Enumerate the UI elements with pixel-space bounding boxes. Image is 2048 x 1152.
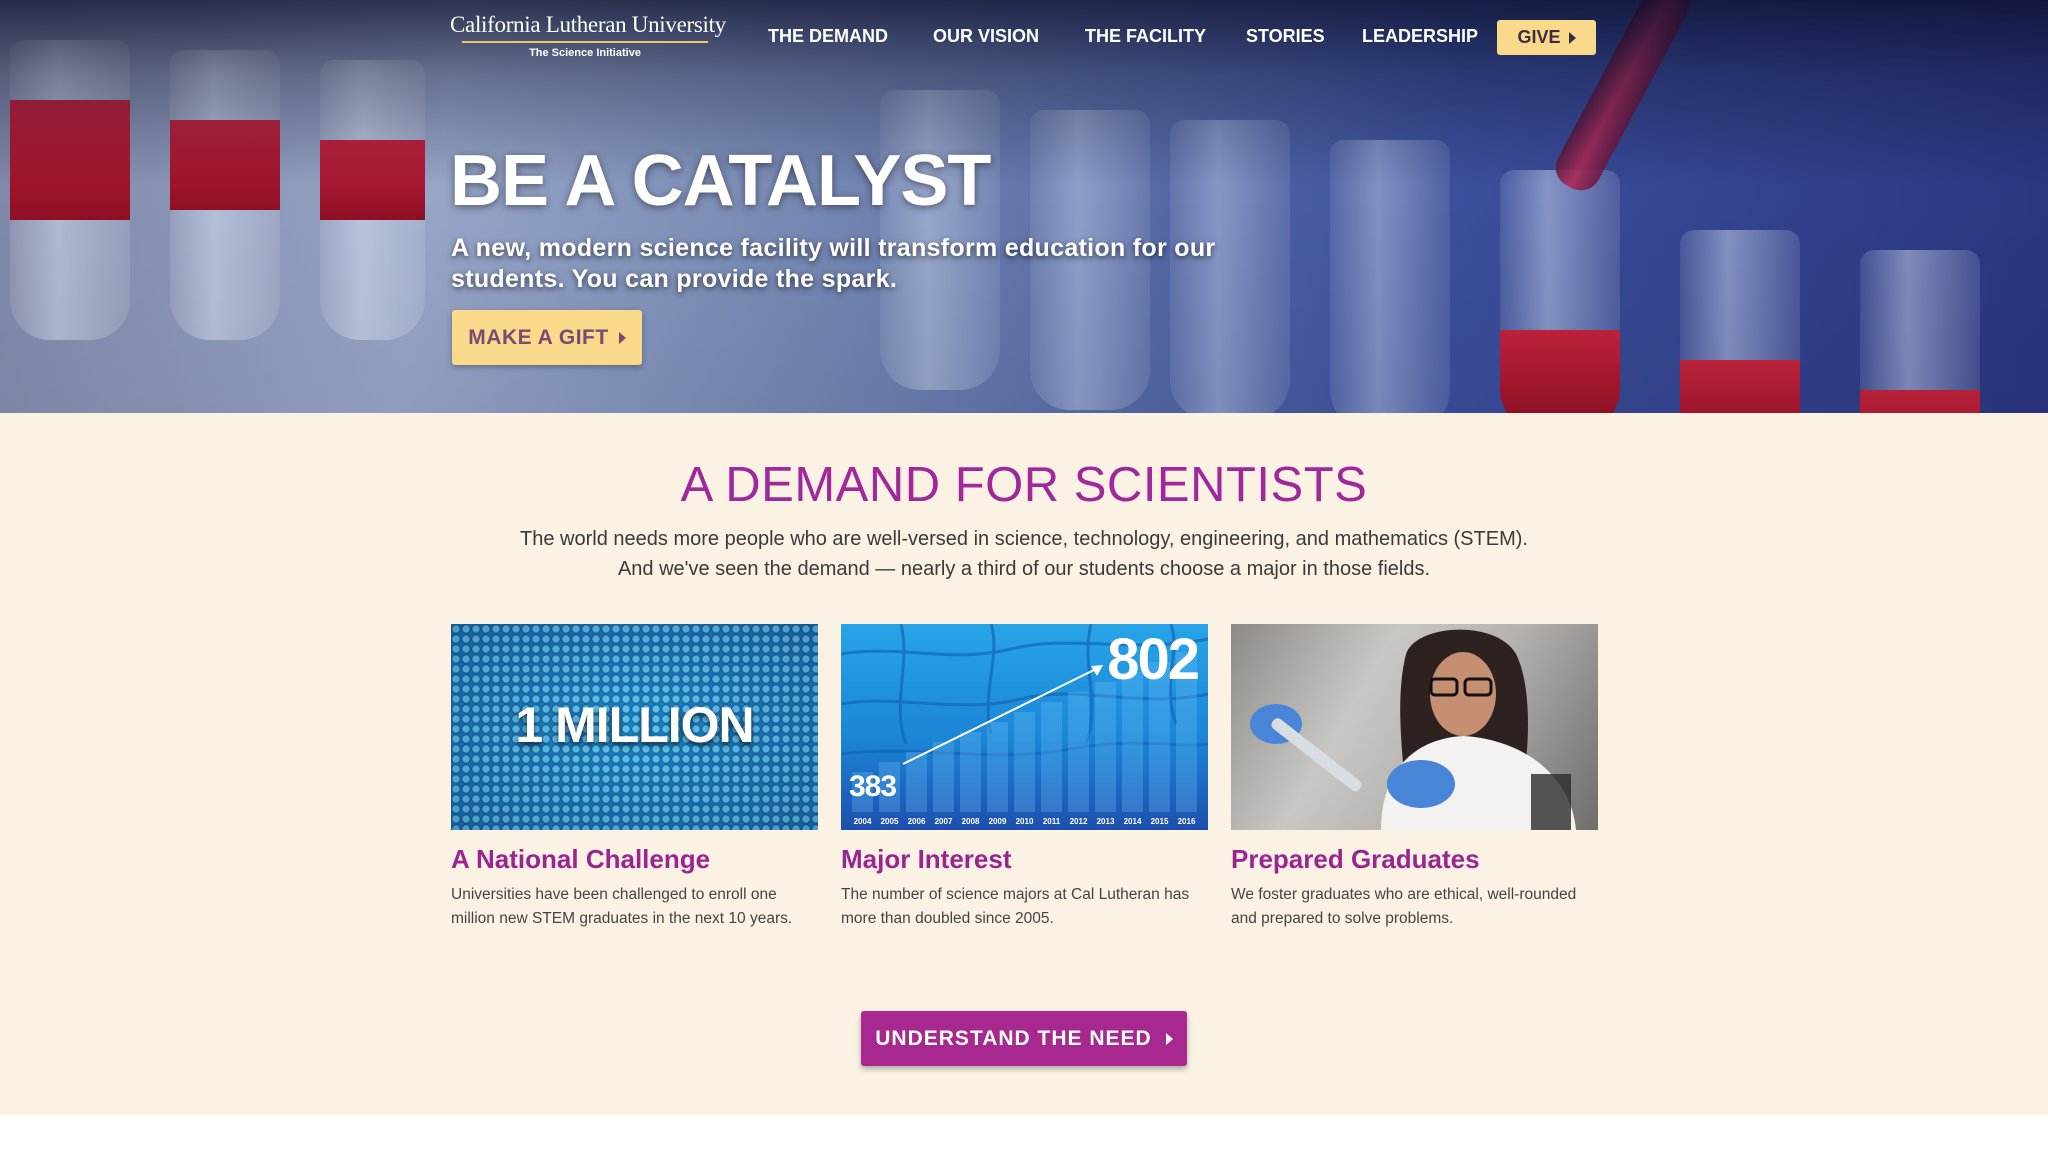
chart-year-label: 2013 — [1097, 817, 1115, 826]
caret-right-icon — [1568, 31, 1576, 44]
chart-year-label: 2008 — [962, 817, 980, 826]
nav-leadership[interactable]: LEADERSHIP — [1362, 26, 1478, 47]
card-prepared-graduates: Prepared Graduates We foster graduates w… — [1231, 624, 1598, 931]
make-a-gift-label: MAKE A GIFT — [468, 325, 609, 349]
nav-the-demand[interactable]: THE DEMAND — [768, 26, 888, 47]
card-title[interactable]: Major Interest — [841, 844, 1208, 875]
chart-bar — [933, 742, 954, 812]
student-lab-photo[interactable] — [1231, 624, 1598, 830]
chart-bar — [1068, 692, 1089, 812]
majors-high-number: 802 — [1107, 627, 1200, 692]
card-text: The number of science majors at Cal Luth… — [841, 886, 1190, 927]
chart-year-label: 2016 — [1178, 817, 1196, 826]
chart-year-label: 2005 — [881, 817, 899, 826]
chart-bar — [987, 722, 1008, 812]
section-intro-line: The world needs more people who are well… — [520, 528, 1528, 550]
chart-bar — [1095, 682, 1116, 812]
section-intro: The world needs more people who are well… — [424, 524, 1624, 584]
caret-right-icon — [1165, 1032, 1173, 1045]
section-intro-line: And we've seen the demand — nearly a thi… — [617, 558, 1431, 580]
hero-subtitle: A new, modern science facility will tran… — [451, 234, 1216, 293]
chart-bar — [960, 732, 981, 812]
majors-growth-image[interactable]: 2004 2005 2006 2007 2008 2009 2010 2011 2012 2013… — [841, 624, 1208, 830]
understand-the-need-button[interactable]: UNDERSTAND THE NEED — [861, 1011, 1187, 1066]
chart-bar — [1041, 702, 1062, 812]
card-title[interactable]: Prepared Graduates — [1231, 844, 1598, 875]
one-million-text: 1 MILLION — [515, 697, 754, 753]
chart-year-label: 2010 — [1016, 817, 1034, 826]
card-text: Universities have been challenged to enr… — [451, 886, 793, 927]
card-text: We foster graduates who are ethical, wel… — [1231, 886, 1577, 927]
understand-the-need-label: UNDERSTAND THE NEED — [875, 1026, 1152, 1050]
chart-year-label: 2014 — [1124, 817, 1142, 826]
chart-bar — [1122, 672, 1143, 812]
nav-the-facility[interactable]: THE FACILITY — [1085, 26, 1206, 47]
main-nav: THE DEMAND OUR VISION THE FACILITY STORI… — [0, 26, 2048, 50]
majors-low-number: 383 — [849, 770, 897, 803]
chart-year-label: 2006 — [908, 817, 926, 826]
page-bottom — [0, 1115, 2048, 1152]
nav-stories[interactable]: STORIES — [1246, 26, 1325, 47]
chart-year-label: 2007 — [935, 817, 953, 826]
one-million-image[interactable]: 1 MILLION — [451, 624, 818, 830]
card-national-challenge: 1 MILLION A National Challenge Universit… — [451, 624, 818, 931]
site-header: California Lutheran University The Scien… — [0, 0, 2048, 76]
make-a-gift-button[interactable]: MAKE A GIFT — [452, 310, 642, 365]
chart-year-label: 2012 — [1070, 817, 1088, 826]
hero-banner: California Lutheran University The Scien… — [0, 0, 2048, 413]
chart-year-label: 2011 — [1043, 817, 1061, 826]
card-major-interest: 2004 2005 2006 2007 2008 2009 2010 2011 2012 2013… — [841, 624, 1208, 931]
nav-our-vision[interactable]: OUR VISION — [933, 26, 1039, 47]
hero-title: BE A CATALYST — [450, 141, 991, 221]
give-button-label: GIVE — [1517, 27, 1561, 47]
chart-year-label: 2004 — [854, 817, 872, 826]
caret-right-icon — [618, 331, 626, 344]
give-button[interactable]: GIVE — [1497, 20, 1596, 55]
student-illustration — [1250, 629, 1576, 830]
chart-year-label: 2009 — [989, 817, 1007, 826]
demand-section: A DEMAND FOR SCIENTISTS The world needs … — [0, 413, 2048, 1115]
chart-year-label: 2015 — [1151, 817, 1169, 826]
section-title: A DEMAND FOR SCIENTISTS — [680, 458, 1368, 512]
card-title[interactable]: A National Challenge — [451, 844, 818, 875]
chart-bar — [1014, 712, 1035, 812]
